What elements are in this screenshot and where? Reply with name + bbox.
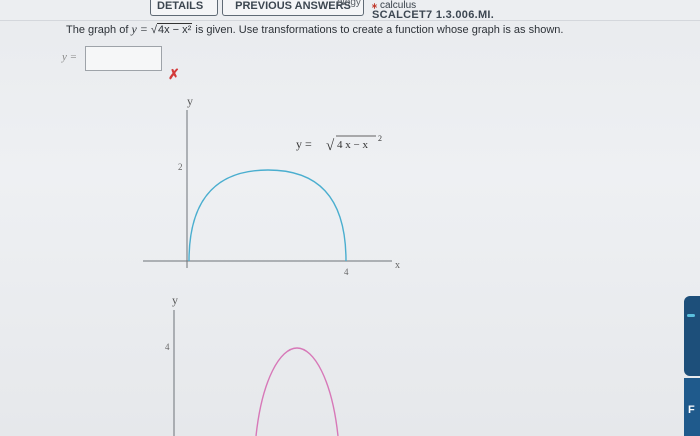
side-tab[interactable]: F <box>684 378 700 436</box>
side-widget[interactable] <box>684 296 700 376</box>
graph-target: y 4 <box>165 293 339 436</box>
graph2-y-tick-4: 4 <box>165 342 170 352</box>
widget-indicator-icon <box>687 314 695 317</box>
graph2-y-label: y <box>172 293 178 307</box>
graph2-curve <box>255 347 339 436</box>
